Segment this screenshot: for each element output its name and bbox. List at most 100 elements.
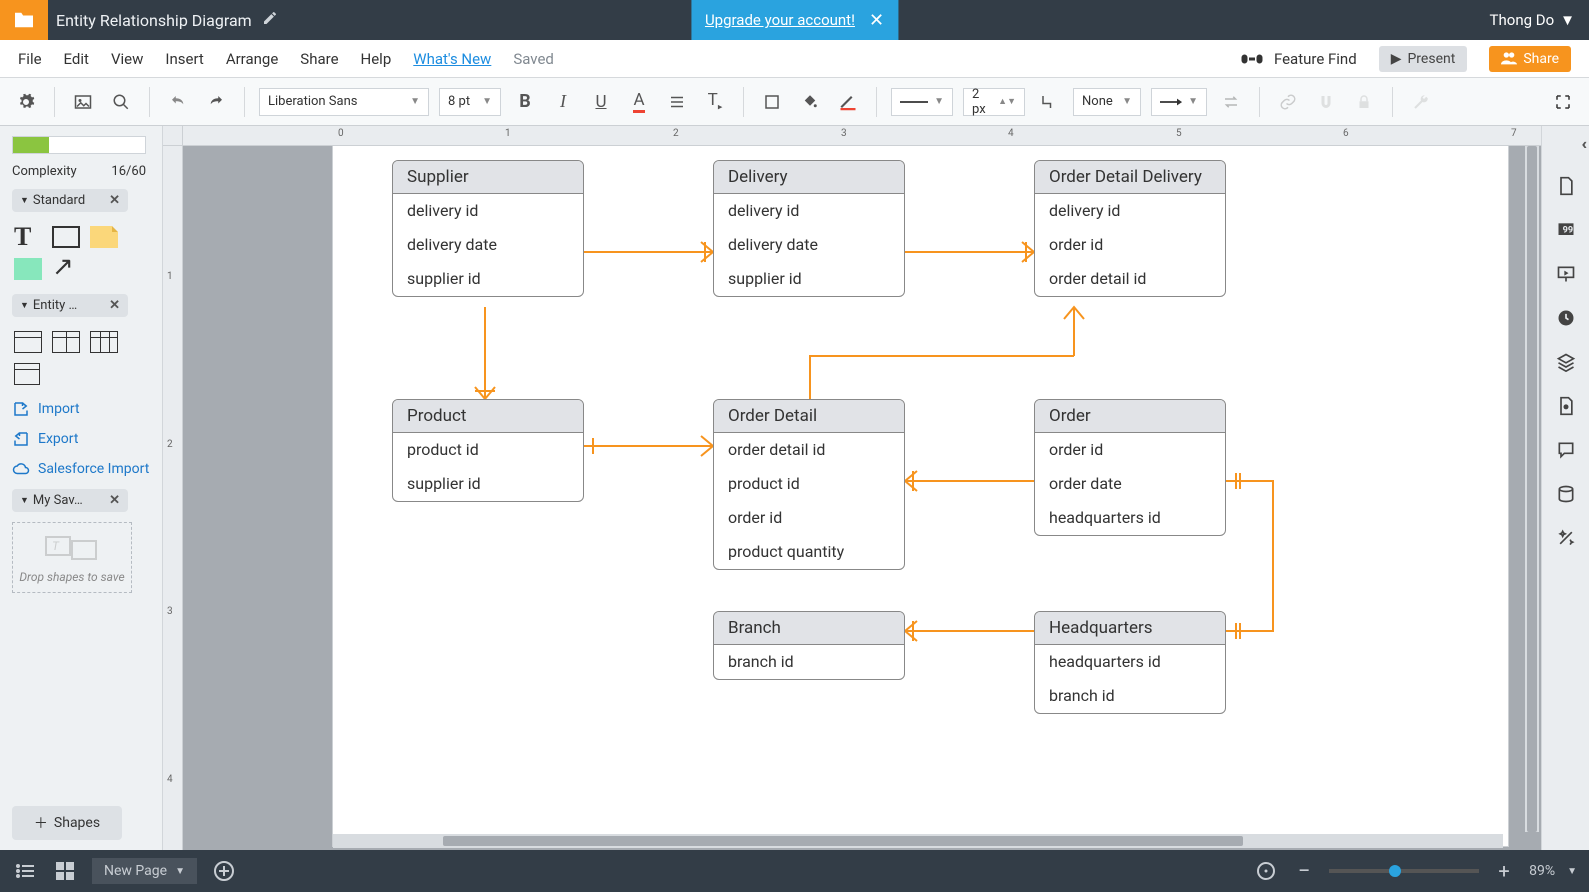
align-icon[interactable] — [663, 88, 691, 116]
line-width-select[interactable]: 2 px▲▼ — [963, 88, 1025, 116]
zoom-controls: − + 89% ▼ — [1253, 858, 1577, 884]
settings-gear-icon[interactable] — [12, 88, 40, 116]
rect-shape[interactable] — [52, 226, 80, 248]
zoom-slider[interactable] — [1329, 869, 1479, 873]
entity-order-detail-delivery[interactable]: Order Detail Delivery delivery id order … — [1034, 160, 1226, 297]
magnet-icon[interactable] — [1312, 88, 1340, 116]
drop-area[interactable]: T Drop shapes to save — [12, 522, 132, 593]
group-entity[interactable]: ▼Entity …✕ — [12, 294, 128, 317]
dock-magic-icon[interactable] — [1555, 527, 1577, 549]
dock-chat-icon[interactable] — [1555, 439, 1577, 461]
line-pattern-select[interactable]: ▼ — [891, 88, 953, 116]
line-route-icon[interactable] — [1035, 88, 1063, 116]
dock-data-icon[interactable] — [1555, 483, 1577, 505]
entity-delivery[interactable]: Delivery delivery id delivery date suppl… — [713, 160, 905, 297]
add-page-icon[interactable] — [211, 858, 237, 884]
salesforce-link[interactable]: Salesforce Import — [12, 459, 150, 479]
vertical-scrollbar[interactable] — [1525, 146, 1539, 832]
dock-present-icon[interactable] — [1555, 263, 1577, 285]
new-page-tab[interactable]: New Page▼ — [92, 858, 197, 884]
dock-master-icon[interactable] — [1555, 395, 1577, 417]
underline-icon[interactable]: U — [587, 88, 615, 116]
font-family-select[interactable]: Liberation Sans▼ — [259, 88, 429, 116]
diagram-page[interactable]: Supplier delivery id delivery date suppl… — [333, 146, 1508, 846]
upgrade-link[interactable]: Upgrade your account! — [705, 11, 855, 29]
close-icon[interactable]: ✕ — [109, 298, 120, 313]
text-shape[interactable]: T — [14, 226, 42, 248]
dock-history-icon[interactable] — [1555, 307, 1577, 329]
note-shape[interactable] — [90, 226, 118, 248]
line-start-select[interactable]: None▼ — [1073, 88, 1141, 116]
line-end-select[interactable]: ▼ — [1151, 88, 1207, 116]
user-menu[interactable]: Thong Do ▼ — [1490, 11, 1575, 29]
font-size-select[interactable]: 8 pt▼ — [439, 88, 501, 116]
document-title[interactable]: Entity Relationship Diagram — [56, 11, 252, 30]
canvas[interactable]: 0 1 2 3 4 5 6 7 1 2 3 4 — [163, 126, 1541, 850]
menu-share[interactable]: Share — [300, 50, 338, 68]
italic-icon[interactable]: I — [549, 88, 577, 116]
fill-color-icon[interactable] — [796, 88, 824, 116]
search-icon[interactable] — [107, 88, 135, 116]
zoom-value[interactable]: 89% — [1529, 863, 1555, 879]
entity-supplier[interactable]: Supplier delivery id delivery date suppl… — [392, 160, 584, 297]
export-link[interactable]: Export — [12, 429, 150, 449]
menu-whats-new[interactable]: What's New — [413, 50, 491, 68]
lock-icon[interactable] — [1350, 88, 1378, 116]
standard-shapes: T ↗ — [12, 222, 150, 284]
folder-icon[interactable] — [0, 0, 48, 40]
block-shape[interactable] — [14, 258, 42, 280]
shape-style-icon[interactable] — [758, 88, 786, 116]
redo-icon[interactable] — [202, 88, 230, 116]
outline-view-icon[interactable] — [12, 858, 38, 884]
arrow-shape[interactable]: ↗ — [52, 258, 80, 280]
entity-shape-4[interactable] — [14, 363, 40, 385]
menu-edit[interactable]: Edit — [64, 50, 89, 68]
entity-shapes — [12, 327, 150, 389]
zoom-target-icon[interactable] — [1253, 858, 1279, 884]
dock-layers-icon[interactable] — [1555, 351, 1577, 373]
link-icon[interactable] — [1274, 88, 1302, 116]
grid-view-icon[interactable] — [52, 858, 78, 884]
dock-page-icon[interactable] — [1555, 175, 1577, 197]
collapse-dock-icon[interactable]: ‹‹ — [1581, 134, 1583, 153]
fullscreen-icon[interactable] — [1549, 88, 1577, 116]
share-button[interactable]: Share — [1489, 46, 1571, 72]
menu-help[interactable]: Help — [361, 50, 392, 68]
entity-shape-2[interactable] — [52, 331, 80, 353]
menu-arrange[interactable]: Arrange — [226, 50, 278, 68]
zoom-out-icon[interactable]: − — [1291, 858, 1317, 884]
text-color-icon[interactable]: A — [625, 88, 653, 116]
svg-text:99: 99 — [1562, 226, 1573, 236]
zoom-in-icon[interactable]: + — [1491, 858, 1517, 884]
border-color-icon[interactable] — [834, 88, 862, 116]
dock-comment-icon[interactable]: 99 — [1555, 219, 1577, 241]
group-saved[interactable]: ▼My Sav…✕ — [12, 489, 128, 512]
text-options-icon[interactable]: T▸ — [701, 88, 729, 116]
feature-find[interactable]: Feature Find — [1240, 50, 1357, 68]
close-icon[interactable]: ✕ — [109, 193, 120, 208]
entity-headquarters[interactable]: Headquarters headquarters id branch id — [1034, 611, 1226, 714]
entity-order[interactable]: Order order id order date headquarters i… — [1034, 399, 1226, 536]
wrench-icon[interactable] — [1407, 88, 1435, 116]
close-icon[interactable]: ✕ — [109, 493, 120, 508]
shapes-button[interactable]: ＋Shapes — [12, 806, 122, 840]
upgrade-close-icon[interactable]: ✕ — [869, 10, 884, 31]
menu-file[interactable]: File — [18, 50, 42, 68]
entity-branch[interactable]: Branch branch id — [713, 611, 905, 680]
group-standard[interactable]: ▼Standard✕ — [12, 189, 128, 212]
present-button[interactable]: ▶ Present — [1379, 46, 1468, 72]
edit-title-icon[interactable] — [262, 10, 278, 30]
entity-order-detail[interactable]: Order Detail order detail id product id … — [713, 399, 905, 570]
swap-arrows-icon[interactable] — [1217, 88, 1245, 116]
toolbar: Liberation Sans▼ 8 pt▼ B I U A T▸ ▼ 2 px… — [0, 78, 1589, 126]
entity-shape-3[interactable] — [90, 331, 118, 353]
undo-icon[interactable] — [164, 88, 192, 116]
entity-product[interactable]: Product product id supplier id — [392, 399, 584, 502]
horizontal-scrollbar[interactable] — [333, 834, 1503, 848]
bold-icon[interactable]: B — [511, 88, 539, 116]
menu-view[interactable]: View — [111, 50, 143, 68]
menu-insert[interactable]: Insert — [165, 50, 203, 68]
import-link[interactable]: Import — [12, 399, 150, 419]
image-icon[interactable] — [69, 88, 97, 116]
entity-shape-1[interactable] — [14, 331, 42, 353]
